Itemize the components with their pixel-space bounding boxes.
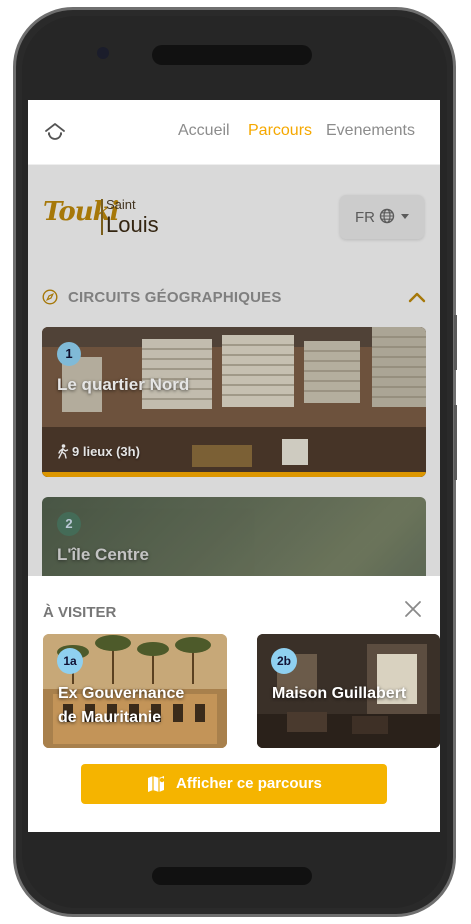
show-route-label: Afficher ce parcours	[176, 775, 322, 792]
place-title-line1: Maison Guillabert	[272, 685, 407, 702]
map-icon	[148, 776, 165, 792]
sheet-title: À VISITER	[43, 604, 117, 621]
power-button	[454, 405, 457, 480]
place-title-line1: Ex Gouvernance	[58, 685, 185, 702]
top-navigation: Accueil Parcours Evenements	[28, 100, 440, 165]
volume-button	[454, 315, 457, 370]
place-badge: 1a	[57, 648, 83, 674]
place-card-1[interactable]: 1a Ex Gouvernance de Mauritanie	[43, 634, 227, 748]
close-icon[interactable]	[404, 600, 422, 618]
show-route-button[interactable]: Afficher ce parcours	[81, 764, 387, 804]
front-camera	[97, 47, 109, 59]
nav-parcours[interactable]: Parcours	[248, 122, 312, 140]
bottom-speaker	[152, 867, 312, 885]
home-icon[interactable]	[42, 120, 68, 146]
place-title: Ex Gouvernance de Mauritanie	[58, 682, 184, 730]
place-title-line2: de Mauritanie	[58, 709, 162, 726]
earpiece-speaker	[152, 45, 312, 65]
app-screen: Accueil Parcours Evenements Touki Saint …	[28, 100, 440, 832]
dim-overlay	[28, 165, 440, 576]
place-card-2[interactable]: 2b Maison Guillabert	[257, 634, 440, 748]
nav-evenements[interactable]: Evenements	[326, 122, 415, 140]
nav-accueil[interactable]: Accueil	[178, 122, 230, 140]
place-title: Maison Guillabert	[272, 682, 406, 706]
bottom-sheet: À VISITER 1a Ex Gouvernance de Mauritani…	[28, 576, 440, 832]
place-badge: 2b	[271, 648, 297, 674]
